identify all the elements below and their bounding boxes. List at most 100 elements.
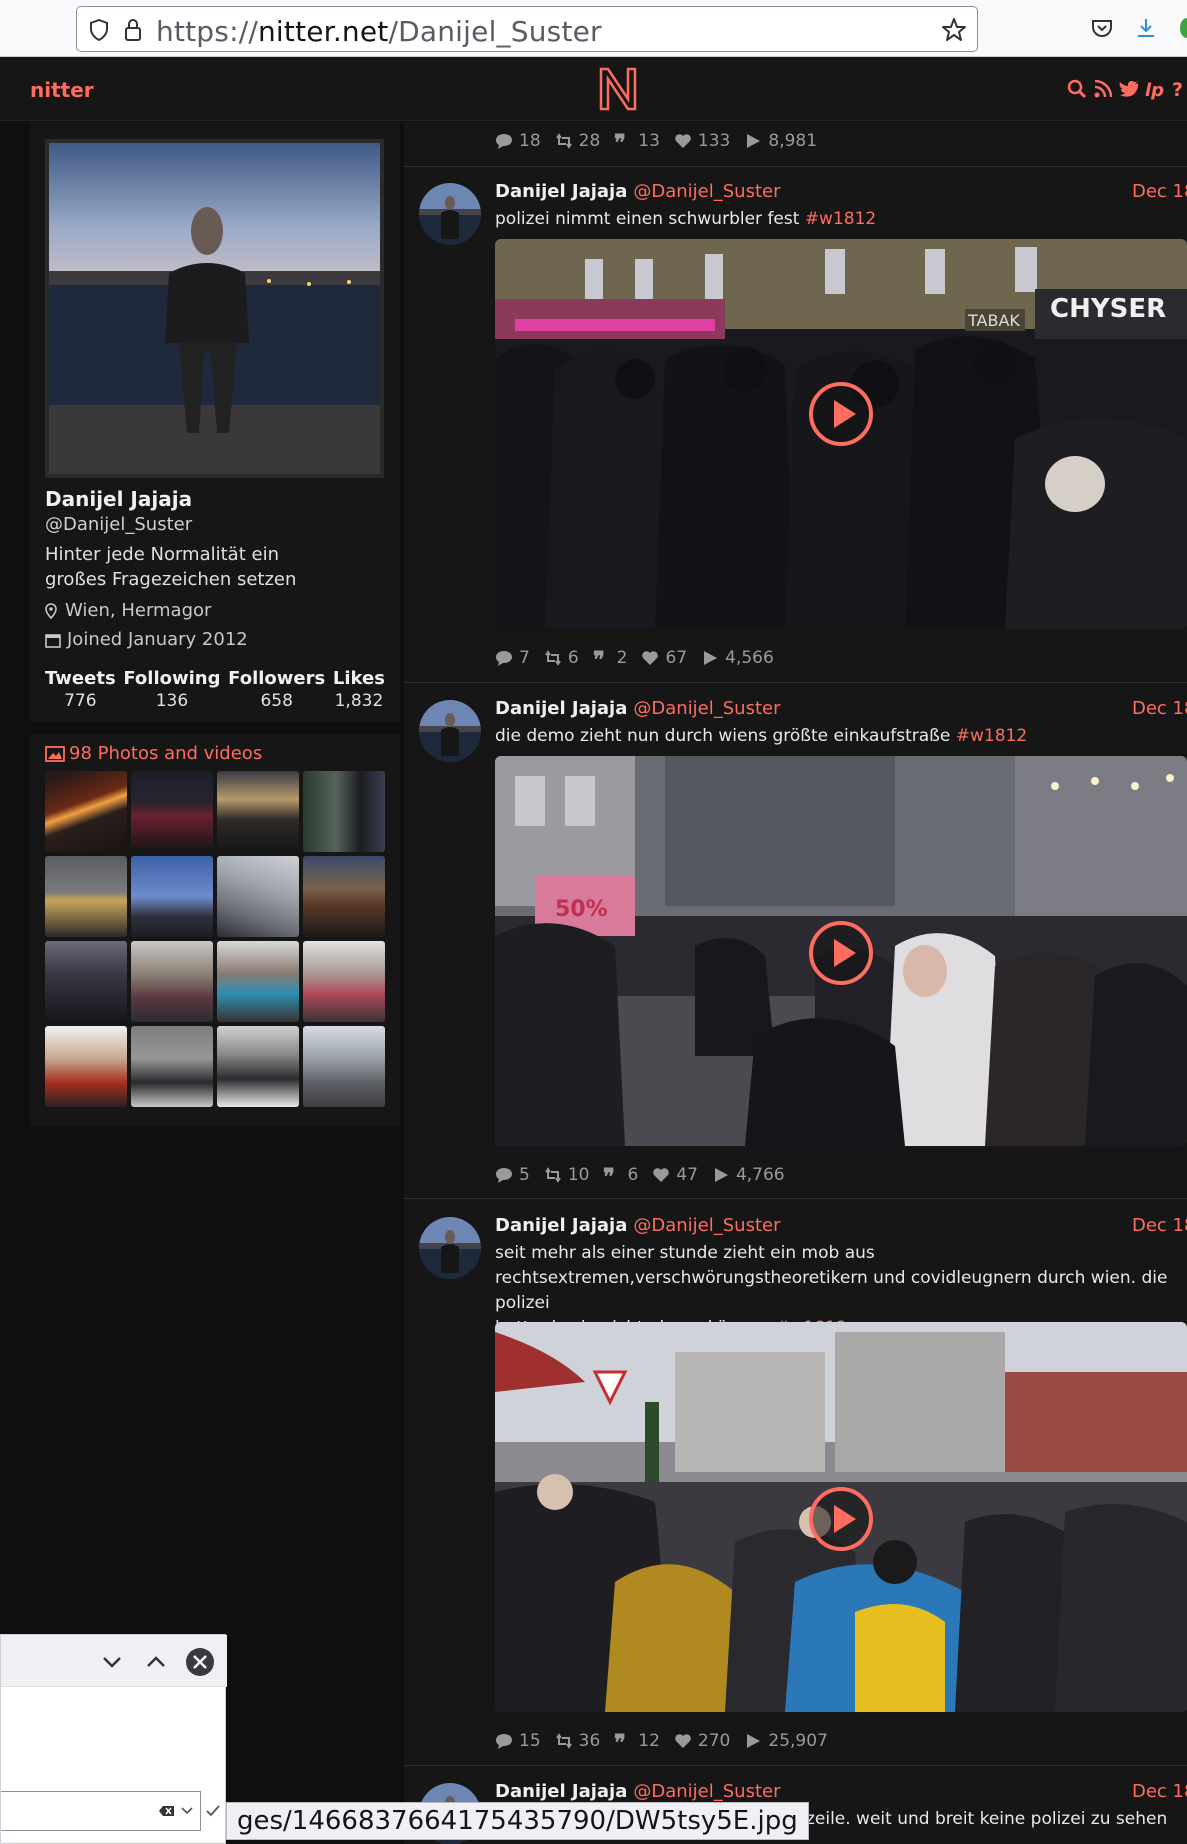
- clear-input-icon[interactable]: [159, 1803, 175, 1819]
- search-icon[interactable]: [1066, 78, 1088, 100]
- tweet-video[interactable]: 50%: [495, 756, 1187, 1146]
- retweet-icon: [555, 1733, 572, 1749]
- profile-avatar[interactable]: [45, 139, 384, 478]
- location-text: Wien, Hermagor: [65, 600, 212, 621]
- video-play-button[interactable]: [808, 1486, 874, 1552]
- hashtag-link[interactable]: #w1812: [956, 726, 1027, 746]
- tweet-handle[interactable]: @Danijel_Suster: [633, 181, 780, 202]
- site-header: nitter lp ?: [0, 57, 1187, 121]
- svg-text:❞: ❞: [614, 132, 626, 150]
- media-thumbnail[interactable]: [45, 1026, 127, 1107]
- tweet-date[interactable]: Dec 18: [1132, 1215, 1187, 1236]
- tweet-avatar[interactable]: [419, 1217, 481, 1279]
- stat-tweets[interactable]: Tweets 776: [45, 668, 116, 711]
- retweet-count[interactable]: 6: [544, 648, 579, 668]
- tweet-handle[interactable]: @Danijel_Suster: [633, 698, 780, 719]
- retweet-count[interactable]: 10: [544, 1165, 589, 1185]
- tweet-avatar[interactable]: [419, 700, 481, 762]
- svg-text:❞: ❞: [614, 1732, 626, 1750]
- media-thumbnail[interactable]: [45, 771, 127, 852]
- pocket-icon[interactable]: [1090, 16, 1114, 40]
- retweet-count[interactable]: 36: [555, 1731, 600, 1751]
- media-thumbnail[interactable]: [45, 856, 127, 937]
- tweet-author[interactable]: Danijel Jajaja @Danijel_Suster: [495, 698, 781, 719]
- chevron-up-icon[interactable]: [141, 1647, 171, 1677]
- retweet-icon: [544, 1167, 561, 1183]
- browser-toolbar: https://nitter.net/Danijel_Suster: [0, 0, 1187, 57]
- liberapay-icon[interactable]: lp: [1144, 78, 1166, 100]
- stat-followers[interactable]: Followers 658: [228, 668, 325, 711]
- reply-count[interactable]: 5: [495, 1165, 530, 1185]
- tweet-avatar[interactable]: [419, 183, 481, 245]
- profile-bio: Hinter jede Normalität ein großes Fragez…: [45, 544, 297, 590]
- media-thumbnail[interactable]: [131, 1026, 213, 1107]
- help-icon[interactable]: ?: [1170, 78, 1186, 100]
- shield-icon[interactable]: [89, 19, 109, 41]
- tweet-date[interactable]: Dec 18: [1132, 1781, 1187, 1802]
- tweet-video[interactable]: CHYSER TABAK: [495, 239, 1187, 629]
- retweet-count[interactable]: 28: [555, 131, 600, 151]
- media-thumbnail[interactable]: [131, 856, 213, 937]
- media-thumbnail[interactable]: [217, 771, 299, 852]
- media-thumbnail[interactable]: [303, 1026, 385, 1107]
- reply-count[interactable]: 7: [495, 648, 530, 668]
- profile-handle[interactable]: @Danijel_Suster: [45, 514, 192, 535]
- heart-icon: [675, 1734, 691, 1748]
- video-play-button[interactable]: [808, 381, 874, 447]
- media-thumbnail[interactable]: [303, 941, 385, 1022]
- quote-count[interactable]: ❞ 2: [593, 648, 628, 668]
- quote-count[interactable]: ❞ 12: [614, 1731, 660, 1751]
- calendar-icon: [45, 633, 61, 648]
- video-play-button[interactable]: [808, 920, 874, 986]
- lock-icon[interactable]: [123, 18, 143, 42]
- stat-following[interactable]: Following 136: [123, 668, 220, 711]
- tweet-video[interactable]: [495, 1322, 1187, 1712]
- chevron-down-icon[interactable]: [97, 1647, 127, 1677]
- like-count[interactable]: 47: [652, 1165, 698, 1185]
- tweet-author[interactable]: Danijel Jajaja @Danijel_Suster: [495, 181, 781, 202]
- media-thumbnail[interactable]: [217, 856, 299, 937]
- media-thumbnail[interactable]: [131, 771, 213, 852]
- photo-rail-link[interactable]: 98 Photos and videos: [45, 743, 262, 764]
- tweet-handle[interactable]: @Danijel_Suster: [633, 1215, 780, 1236]
- media-thumbnail[interactable]: [45, 941, 127, 1022]
- hashtag-link[interactable]: #w1812: [805, 209, 876, 229]
- bookmark-star-icon[interactable]: [941, 17, 967, 43]
- profile-name[interactable]: Danijel Jajaja: [45, 487, 192, 511]
- tweet-date[interactable]: Dec 18: [1132, 181, 1187, 202]
- media-thumbnail[interactable]: [217, 941, 299, 1022]
- twitter-bird-icon[interactable]: [1118, 78, 1140, 100]
- quote-count[interactable]: ❞ 13: [614, 131, 660, 151]
- download-icon[interactable]: [1134, 16, 1158, 40]
- reply-count[interactable]: 15: [495, 1731, 541, 1751]
- media-thumbnail[interactable]: [303, 856, 385, 937]
- rss-icon[interactable]: [1092, 78, 1114, 100]
- quote-count[interactable]: ❞ 6: [603, 1165, 638, 1185]
- media-thumbnail[interactable]: [217, 1026, 299, 1107]
- photo-rail: 98 Photos and videos: [30, 734, 400, 1126]
- reply-count[interactable]: 18: [495, 131, 541, 151]
- tweet-divider: [404, 166, 1187, 167]
- dropdown-arrow-icon[interactable]: [181, 1806, 193, 1816]
- like-count[interactable]: 133: [674, 131, 730, 151]
- like-count[interactable]: 67: [641, 648, 687, 668]
- url-text[interactable]: https://nitter.net/Danijel_Suster: [156, 15, 602, 48]
- tweet-stats: 5 10 ❞ 6 47 4,766: [495, 1165, 785, 1185]
- url-bar[interactable]: https://nitter.net/Danijel_Suster: [76, 6, 978, 52]
- tweet-divider: [404, 1198, 1187, 1199]
- media-thumbnail[interactable]: [303, 771, 385, 852]
- tweet-author[interactable]: Danijel Jajaja @Danijel_Suster: [495, 1215, 781, 1236]
- stat-likes[interactable]: Likes 1,832: [333, 668, 385, 711]
- view-count: 4,566: [701, 648, 774, 668]
- tweet-handle[interactable]: @Danijel_Suster: [633, 1781, 780, 1802]
- site-brand-link[interactable]: nitter: [30, 78, 94, 102]
- like-count[interactable]: 270: [674, 1731, 730, 1751]
- media-thumbnail[interactable]: [131, 941, 213, 1022]
- nitter-logo-icon[interactable]: [596, 65, 640, 113]
- find-input[interactable]: [1, 1791, 201, 1831]
- close-icon[interactable]: [185, 1647, 215, 1677]
- tweet-author[interactable]: Danijel Jajaja @Danijel_Suster: [495, 1781, 781, 1802]
- extension-icon[interactable]: [1180, 18, 1187, 38]
- tweet-date[interactable]: Dec 18: [1132, 698, 1187, 719]
- checkmark-icon[interactable]: [205, 1803, 221, 1819]
